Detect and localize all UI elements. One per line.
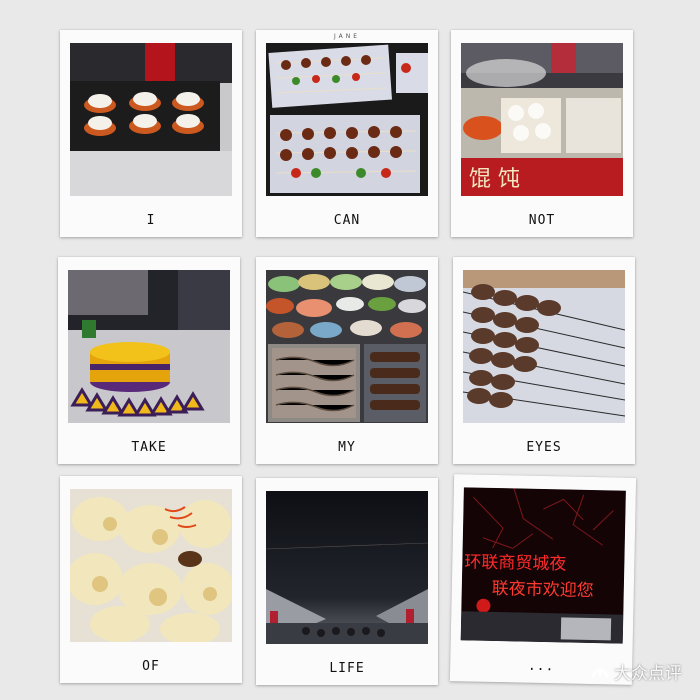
caption: LIFE	[329, 661, 365, 676]
meat-skewers-icon	[463, 270, 625, 423]
polaroid-7: OF	[60, 476, 242, 683]
photo-dumpling-stall: 馄 饨	[461, 43, 623, 196]
food-buffet-icon	[266, 270, 428, 423]
polaroid-4: TAKE	[58, 257, 240, 464]
top-label: JANE	[333, 33, 361, 40]
polaroid-2: JANE CAN	[256, 30, 438, 237]
caption: MY	[338, 440, 356, 455]
watermark-text: 大众点评	[614, 664, 682, 684]
grill-pots-icon	[70, 43, 232, 196]
dumpling-stall-icon: 馄 饨	[461, 43, 623, 196]
polaroid-3: 馄 饨 NOT	[451, 30, 633, 237]
photo-fried-dish	[70, 489, 232, 642]
neon-text-top: 环联商贸城夜	[464, 552, 566, 574]
photo-skewers-tray	[266, 43, 428, 196]
stall-sign-text: 馄 饨	[469, 167, 520, 192]
photo-layer-cake	[68, 270, 230, 423]
caption: I	[146, 213, 156, 228]
caption: CAN	[333, 213, 361, 228]
photo-night-sky	[266, 491, 428, 644]
polaroid-1: JANE I	[60, 30, 242, 237]
photo-neon-sign: 环联商贸城夜 联夜市欢迎您	[460, 487, 626, 644]
polaroid-6: EYES	[453, 257, 635, 464]
skewers-tray-icon	[266, 43, 428, 196]
photo-grill-pots	[70, 43, 232, 196]
neon-sign-icon: 环联商贸城夜 联夜市欢迎您	[460, 487, 626, 644]
caption: EYES	[526, 440, 562, 455]
polaroid-9: 环联商贸城夜 联夜市欢迎您 ...	[449, 474, 637, 685]
watermark: 大众点评	[590, 659, 682, 684]
dianping-logo-icon	[590, 667, 610, 678]
polaroid-8: LIFE	[256, 478, 438, 685]
neon-text-bottom: 联夜市欢迎您	[492, 579, 594, 601]
photo-food-buffet	[266, 270, 428, 423]
fried-dish-icon	[70, 489, 232, 642]
caption: TAKE	[131, 440, 167, 455]
polaroid-5: MY	[256, 257, 438, 464]
caption: NOT	[528, 213, 556, 228]
photo-meat-skewers	[463, 270, 625, 423]
caption: OF	[142, 659, 160, 674]
night-sky-icon	[266, 491, 428, 644]
layer-cake-icon	[68, 270, 230, 423]
